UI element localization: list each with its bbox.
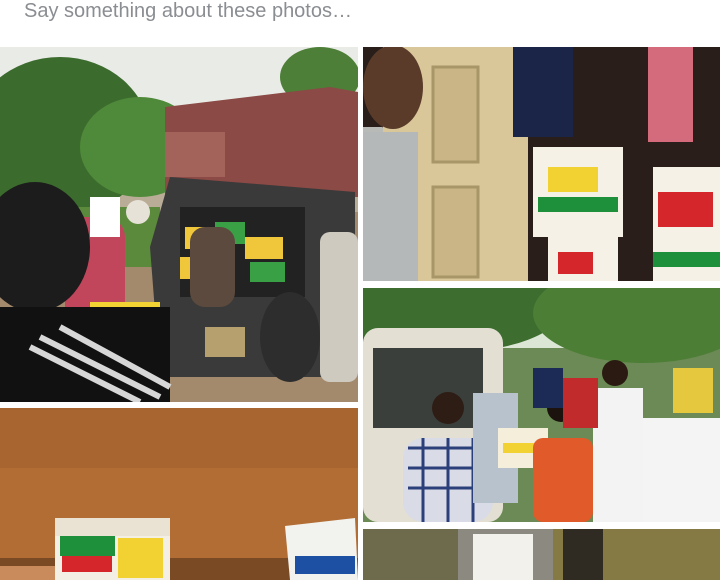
photo-image xyxy=(0,408,358,580)
post-composer[interactable]: Say something about these photos… xyxy=(0,0,720,47)
photo-tile-1[interactable] xyxy=(0,47,358,402)
photo-tile-3[interactable] xyxy=(363,288,720,522)
photo-image xyxy=(363,288,720,522)
photo-image xyxy=(363,529,720,580)
photo-tile-4[interactable] xyxy=(0,408,358,580)
photo-tile-2[interactable] xyxy=(363,47,720,281)
photo-grid xyxy=(0,47,720,580)
photo-image xyxy=(363,47,720,281)
caption-input[interactable]: Say something about these photos… xyxy=(24,0,352,25)
photo-tile-5[interactable] xyxy=(363,529,720,580)
photo-image xyxy=(0,47,358,402)
